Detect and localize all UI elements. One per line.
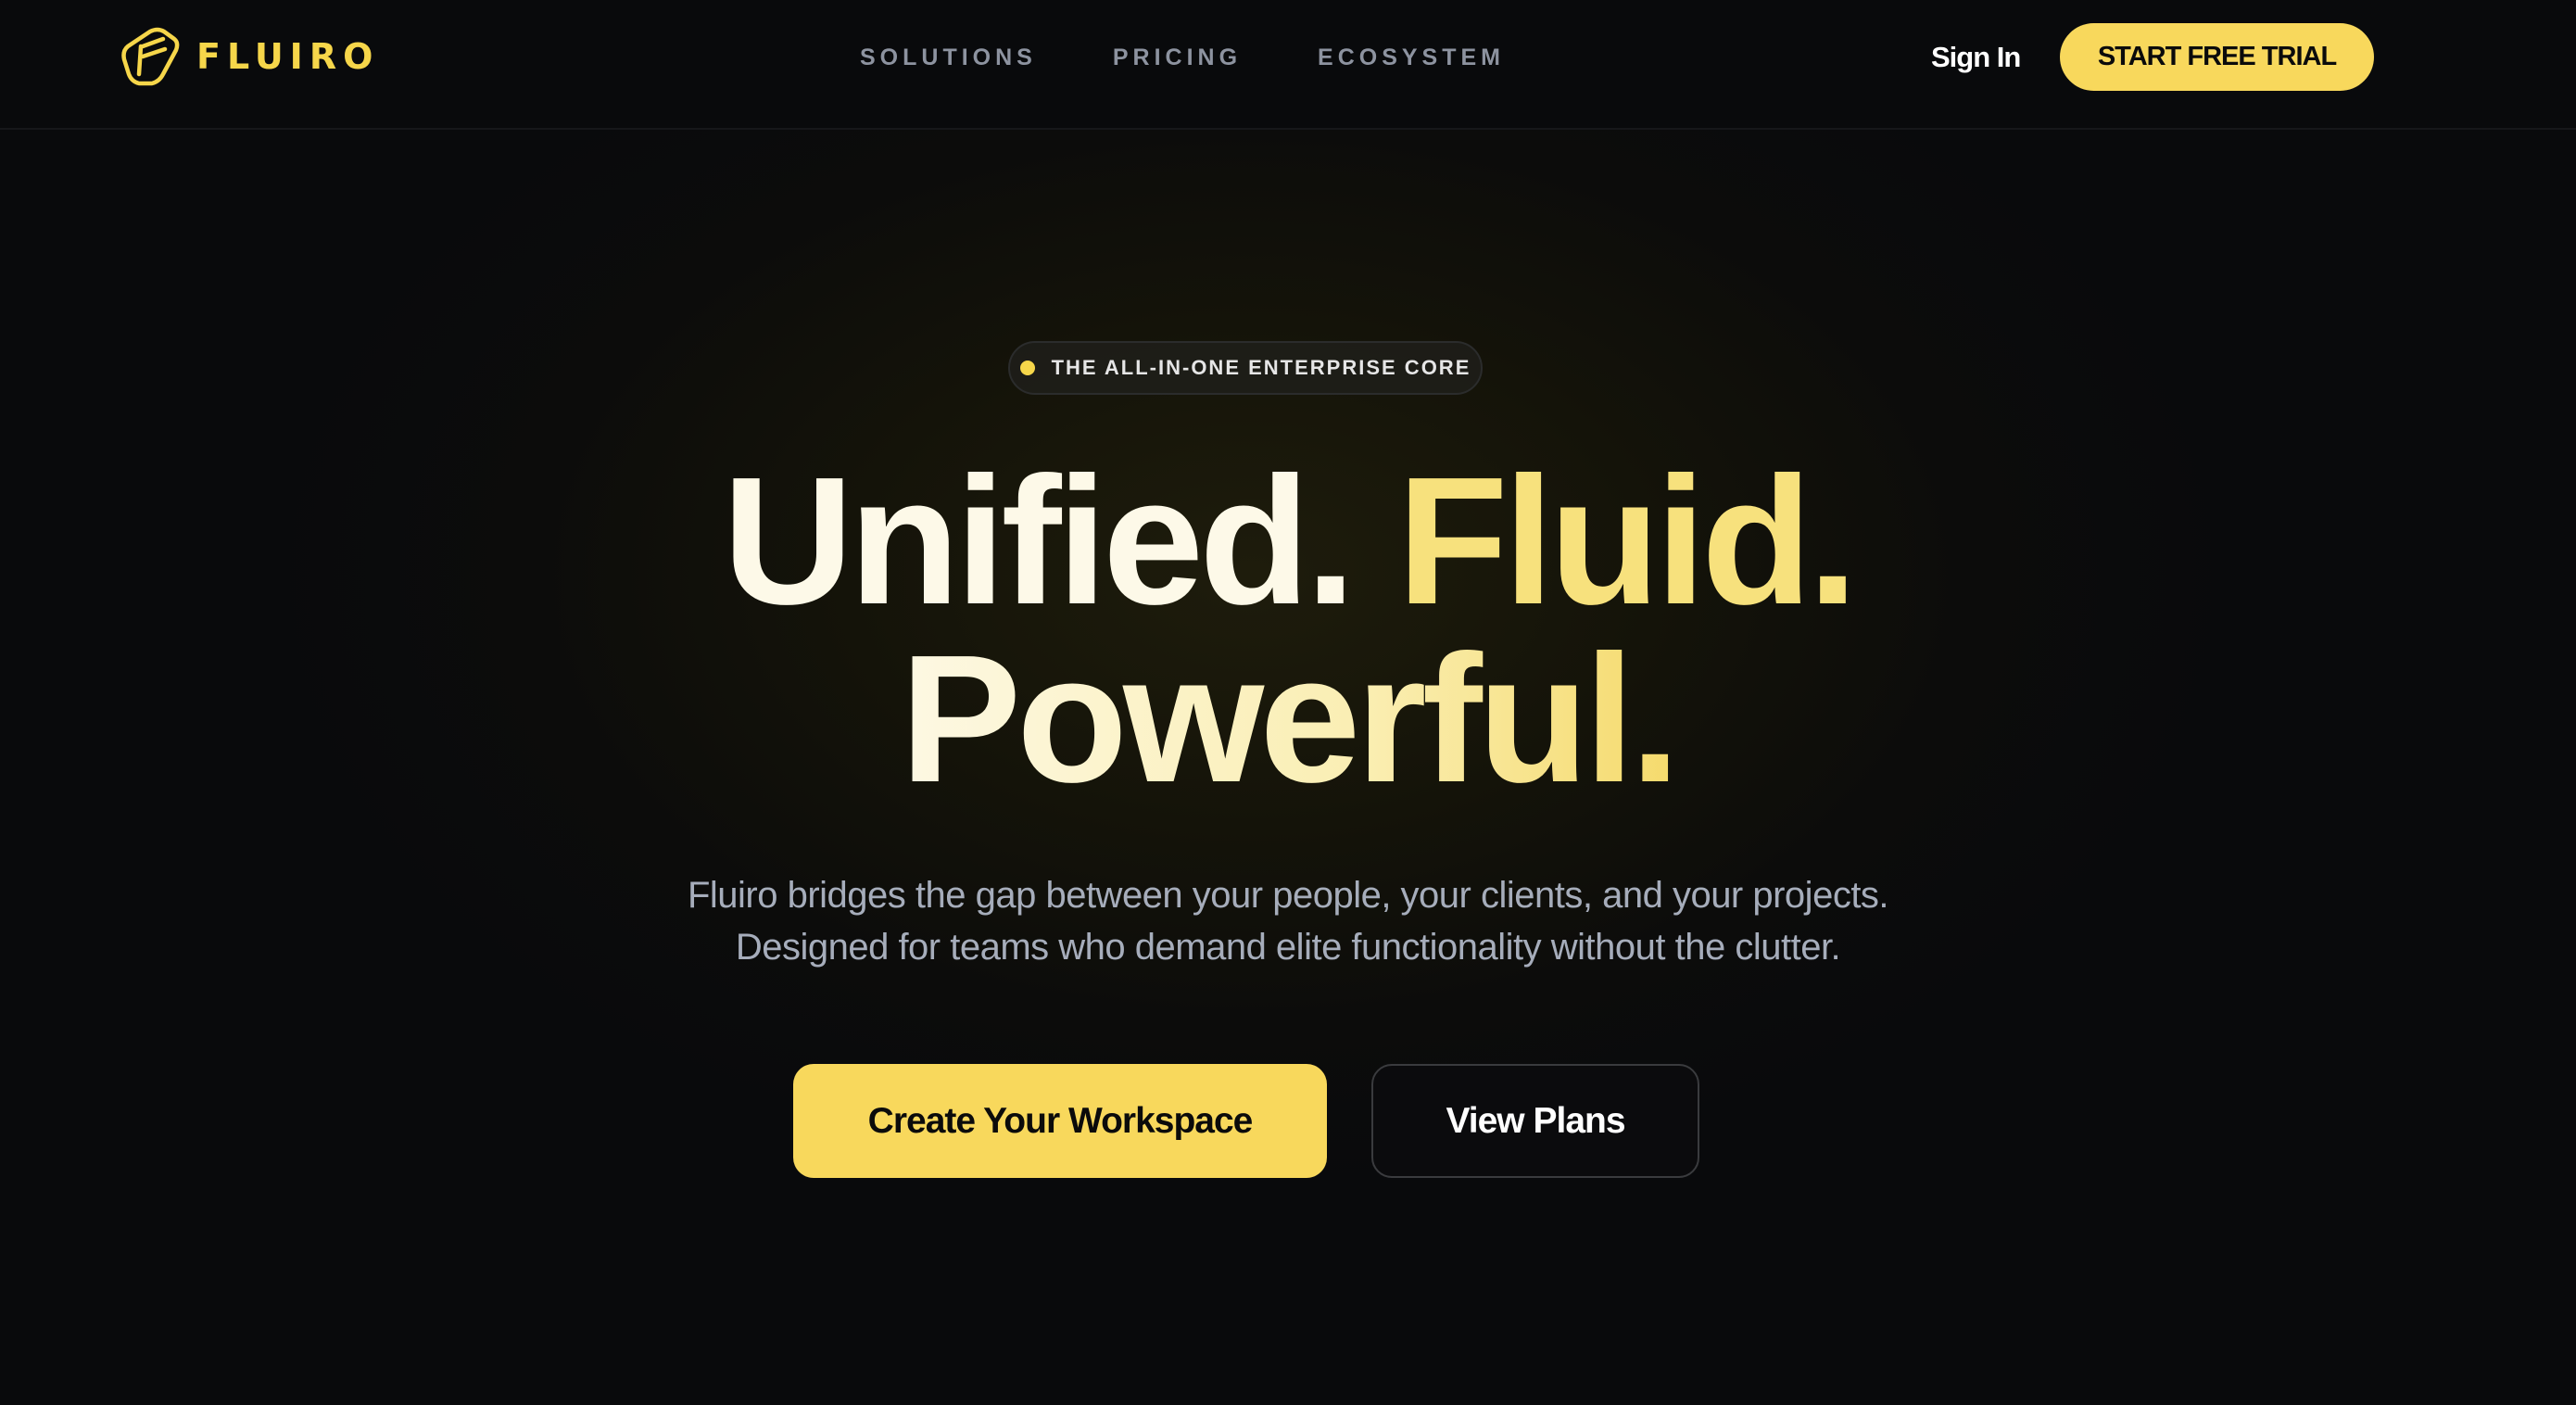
fluiro-logo-icon bbox=[121, 27, 180, 86]
landing-page: FLUIRO SOLUTIONS PRICING ECOSYSTEM Sign … bbox=[0, 0, 2576, 1405]
create-workspace-button[interactable]: Create Your Workspace bbox=[793, 1064, 1327, 1178]
main-nav: SOLUTIONS PRICING ECOSYSTEM bbox=[860, 41, 1505, 74]
status-dot-icon bbox=[1019, 361, 1035, 375]
start-free-trial-button[interactable]: START FREE TRIAL bbox=[2060, 23, 2374, 91]
nav-link-solutions[interactable]: SOLUTIONS bbox=[860, 41, 1037, 74]
headline-word-unified: Unified. bbox=[722, 439, 1357, 642]
hero-subtitle-line-2: Designed for teams who demand elite func… bbox=[735, 927, 1841, 968]
brand-logo-link[interactable]: FLUIRO bbox=[119, 26, 379, 87]
brand-name: FLUIRO bbox=[196, 36, 380, 77]
eyebrow-text: THE ALL-IN-ONE ENTERPRISE CORE bbox=[1051, 356, 1471, 379]
nav-link-pricing[interactable]: PRICING bbox=[1113, 41, 1242, 74]
headline-word-fluid: Fluid. bbox=[1396, 439, 1859, 642]
hero-subtitle: Fluiro bridges the gap between your peop… bbox=[454, 869, 2122, 973]
view-plans-button[interactable]: View Plans bbox=[1371, 1064, 1699, 1178]
top-navbar: FLUIRO SOLUTIONS PRICING ECOSYSTEM Sign … bbox=[0, 0, 2576, 130]
hero-subtitle-line-1: Fluiro bridges the gap between your peop… bbox=[687, 875, 1889, 916]
sign-in-link[interactable]: Sign In bbox=[1931, 41, 2021, 74]
headline-word-powerful: Powerful. bbox=[900, 617, 1680, 820]
nav-link-ecosystem[interactable]: ECOSYSTEM bbox=[1318, 41, 1505, 74]
hero-headline: Unified. Fluid. Powerful. bbox=[361, 450, 2215, 810]
eyebrow-badge: THE ALL-IN-ONE ENTERPRISE CORE bbox=[1008, 341, 1483, 395]
